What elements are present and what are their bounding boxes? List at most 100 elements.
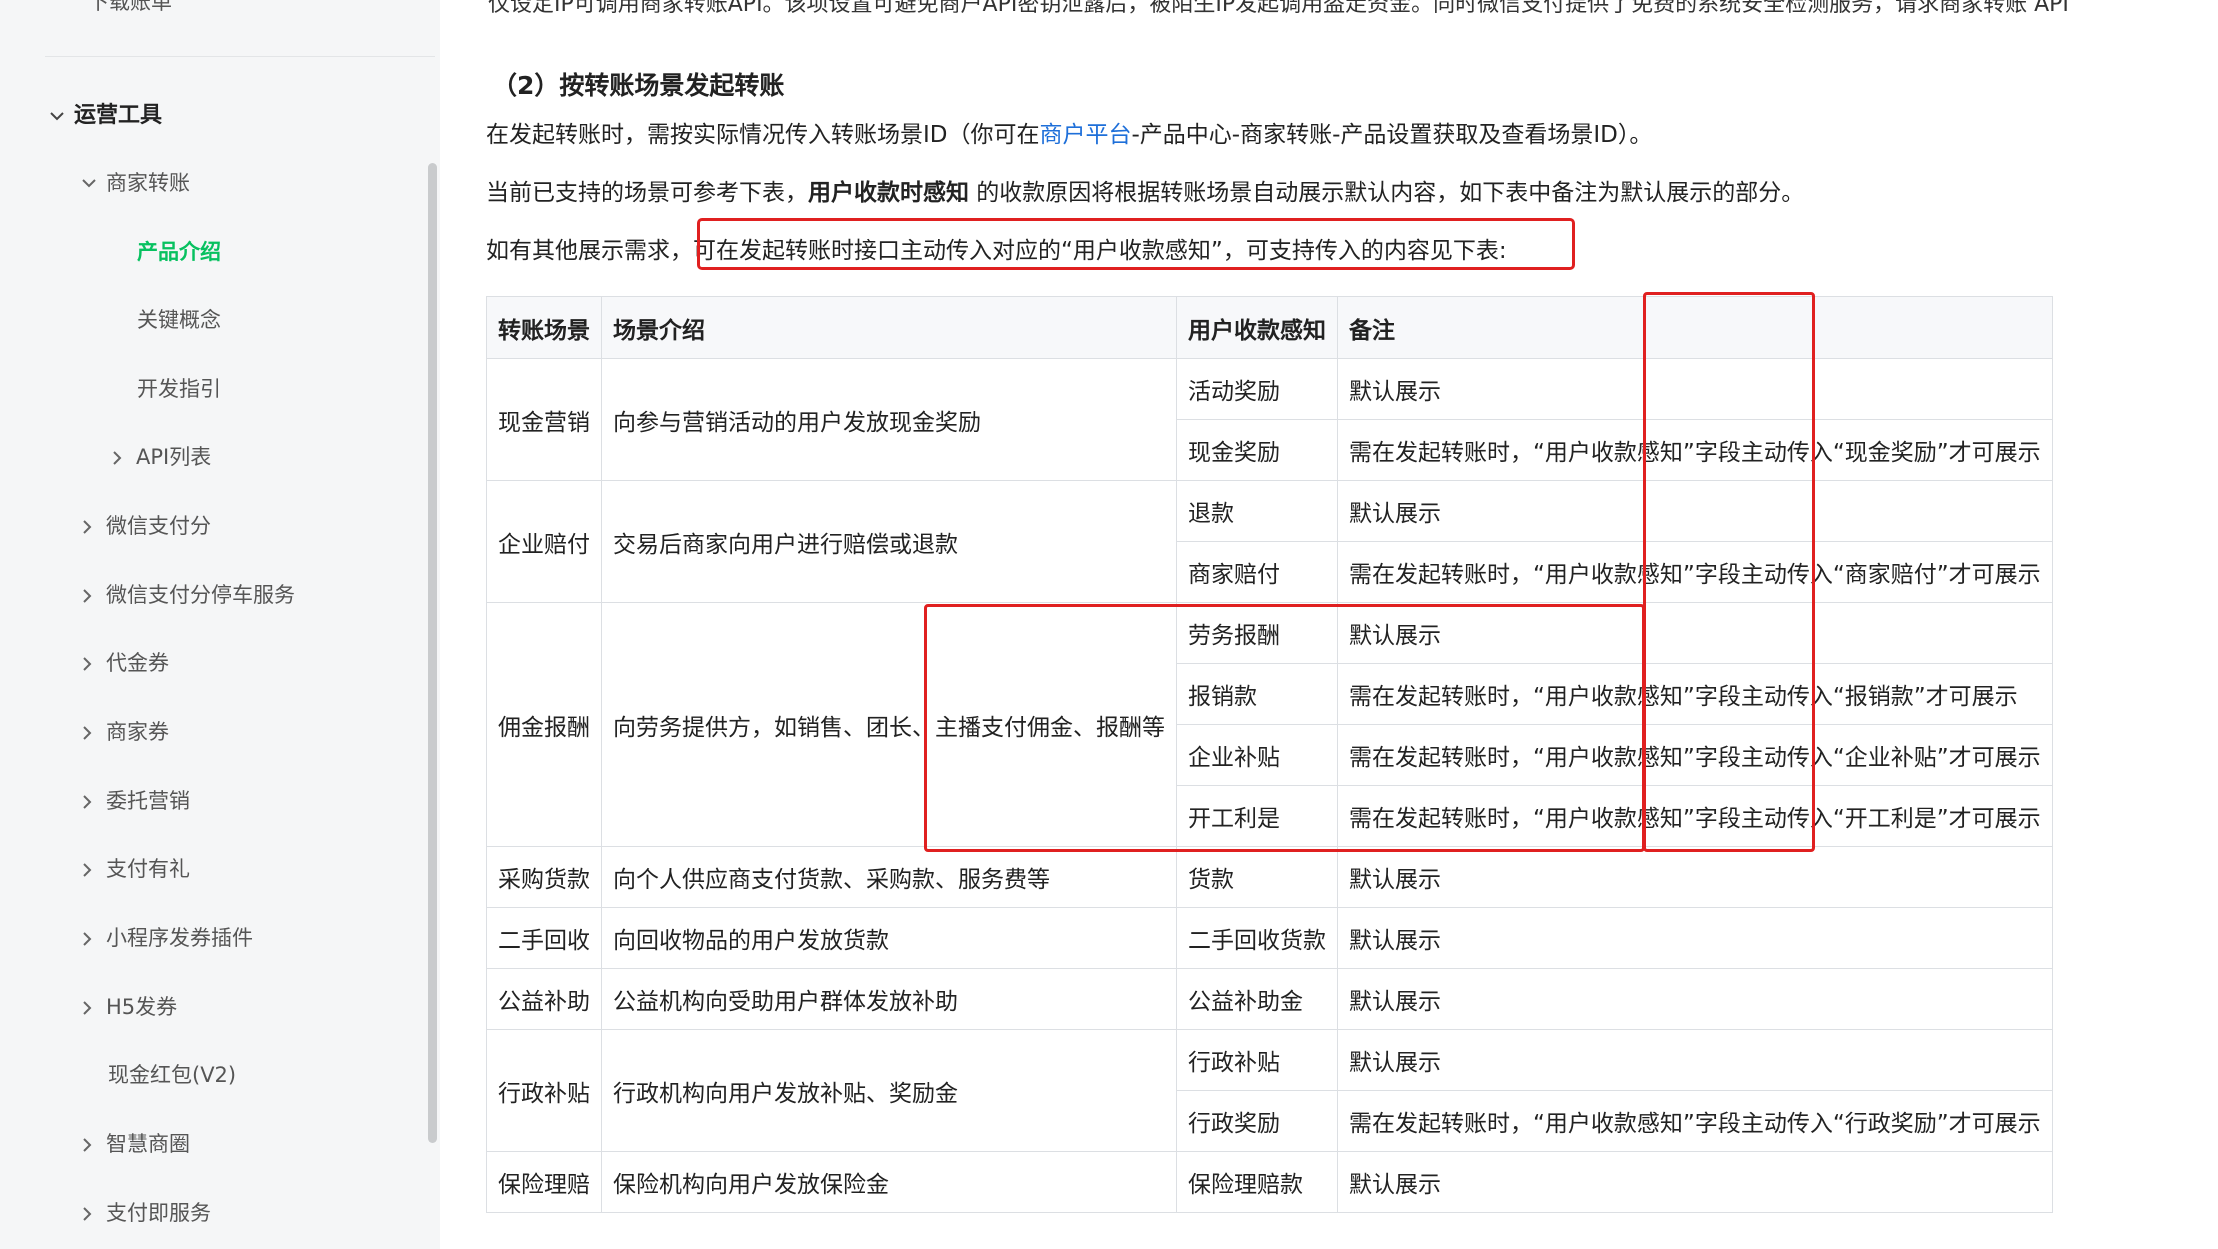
- sidebar-item-label: 现金红包(V2): [108, 1063, 237, 1087]
- partial-paragraph: 仅设定IP可调用商家转账API。该项设置可避免商户API密钥泄露后，被陌生IP发…: [488, 0, 2069, 17]
- cell-perception: 现金奖励: [1176, 419, 1338, 481]
- cell-scene: 行政补贴: [486, 1029, 602, 1152]
- main-content: 仅设定IP可调用商家转账API。该项设置可避免商户API密钥泄露后，被陌生IP发…: [440, 0, 2218, 1249]
- paragraph-text: 当前已支持的场景可参考下表，: [486, 180, 808, 206]
- sidebar-item-label: 委托营销: [106, 789, 190, 813]
- sidebar-item[interactable]: 支付有礼: [80, 854, 190, 884]
- cell-perception: 活动奖励: [1176, 358, 1338, 420]
- cell-intro: 向参与营销活动的用户发放现金奖励: [601, 358, 1177, 481]
- chevron-right-icon: [80, 992, 98, 1022]
- cell-scene: 企业赔付: [486, 480, 602, 603]
- sidebar-item-download-bill[interactable]: 下载账单: [88, 0, 172, 16]
- cell-note: 需在发起转账时，“用户收款感知”字段主动传入“行政奖励”才可展示: [1337, 1090, 2053, 1152]
- sidebar-item[interactable]: H5发券: [80, 992, 177, 1022]
- cell-note: 默认展示: [1337, 968, 2053, 1030]
- paragraph-supported-scenes: 当前已支持的场景可参考下表，用户收款时感知 的收款原因将根据转账场景自动展示默认…: [486, 173, 1804, 207]
- chevron-right-icon: [80, 648, 98, 678]
- sidebar-section-label: 运营工具: [74, 103, 163, 128]
- cell-note: 默认展示: [1337, 1029, 2053, 1091]
- table-row: 保险理赔 保险机构向用户发放保险金 保险理赔款 默认展示: [486, 1151, 2053, 1213]
- cell-note: 默认展示: [1337, 907, 2053, 969]
- sidebar-item[interactable]: API列表: [110, 442, 211, 472]
- chevron-right-icon: [80, 1198, 98, 1228]
- chevron-down-icon: [48, 101, 66, 131]
- paragraph-text: -产品中心-商家转账-产品设置获取及查看场景ID）。: [1131, 122, 1653, 148]
- chevron-right-icon: [80, 511, 98, 541]
- paragraph-text: 在发起转账时，需按实际情况传入转账场景ID（你可在: [486, 122, 1040, 148]
- sidebar-item-label: API列表: [136, 445, 212, 469]
- merchant-platform-link[interactable]: 商户平台: [1040, 122, 1132, 148]
- chevron-right-icon: [80, 580, 98, 610]
- cell-note: 默认展示: [1337, 1151, 2053, 1213]
- sidebar-item[interactable]: 商家转账: [80, 168, 190, 198]
- table-header-row: 转账场景 场景介绍 用户收款感知 备注: [486, 296, 2053, 359]
- cell-perception: 行政补贴: [1176, 1029, 1338, 1091]
- cell-intro: 交易后商家向用户进行赔偿或退款: [601, 480, 1177, 603]
- sidebar: 下载账单 运营工具 商家转账产品介绍关键概念开发指引 API列表微信支付分微信支付…: [0, 0, 440, 1249]
- cell-perception: 行政奖励: [1176, 1090, 1338, 1152]
- sidebar-scrollbar[interactable]: [428, 163, 437, 1143]
- sidebar-item[interactable]: 代金券: [80, 648, 169, 678]
- sidebar-item[interactable]: 小程序发券插件: [80, 923, 253, 953]
- sidebar-item[interactable]: 微信支付分: [80, 511, 211, 541]
- chevron-right-icon: [80, 717, 98, 747]
- bold-term: 用户收款时感知: [808, 180, 969, 206]
- chevron-right-icon: [80, 854, 98, 884]
- column-header-perception: 用户收款感知: [1176, 296, 1338, 359]
- sidebar-item-label: 开发指引: [137, 377, 221, 401]
- chevron-right-icon: [80, 923, 98, 953]
- red-highlight-row: [924, 604, 1645, 852]
- cell-scene: 现金营销: [486, 358, 602, 481]
- sidebar-item[interactable]: 关键概念: [137, 305, 221, 335]
- sidebar-item-label: 微信支付分停车服务: [106, 583, 295, 607]
- table-row: 企业赔付 交易后商家向用户进行赔偿或退款 退款 默认展示: [486, 480, 2053, 603]
- table-row: 二手回收 向回收物品的用户发放货款 二手回收货款 默认展示: [486, 907, 2053, 969]
- paragraph-text: 如有其他展示需求，: [486, 238, 693, 264]
- sidebar-item-label: 微信支付分: [106, 514, 211, 538]
- sidebar-item[interactable]: 微信支付分停车服务: [80, 580, 295, 610]
- sidebar-item-label: 小程序发券插件: [106, 926, 253, 950]
- red-highlight-box: [697, 218, 1575, 270]
- sidebar-item[interactable]: 商家券: [80, 717, 169, 747]
- chevron-down-icon: [80, 168, 98, 198]
- cell-perception: 商家赔付: [1176, 541, 1338, 603]
- cell-intro: 保险机构向用户发放保险金: [601, 1151, 1177, 1213]
- paragraph-text: 的收款原因将根据转账场景自动展示默认内容，如下表中备注为默认展示的部分。: [969, 180, 1805, 206]
- sidebar-section-ops-tools[interactable]: 运营工具: [48, 101, 162, 131]
- cell-perception: 退款: [1176, 480, 1338, 542]
- cell-scene: 佣金报酬: [486, 602, 602, 847]
- table-row: 公益补助 公益机构向受助用户群体发放补助 公益补助金 默认展示: [486, 968, 2053, 1030]
- sidebar-item-label: 代金券: [106, 651, 169, 675]
- cell-scene: 二手回收: [486, 907, 602, 969]
- sidebar-item-label: 产品介绍: [137, 240, 221, 264]
- cell-note: 默认展示: [1337, 846, 2053, 908]
- column-header-intro: 场景介绍: [601, 296, 1177, 359]
- sidebar-item-label: 关键概念: [137, 308, 221, 332]
- cell-intro: 向个人供应商支付货款、采购款、服务费等: [601, 846, 1177, 908]
- chevron-right-icon: [80, 1129, 98, 1159]
- sidebar-item[interactable]: 智慧商圈: [80, 1129, 190, 1159]
- sidebar-item[interactable]: 开发指引: [137, 374, 221, 404]
- chevron-right-icon: [110, 442, 128, 472]
- cell-perception: 货款: [1176, 846, 1338, 908]
- sidebar-item[interactable]: 委托营销: [80, 786, 190, 816]
- cell-intro: 向回收物品的用户发放货款: [601, 907, 1177, 969]
- sidebar-item[interactable]: 支付即服务: [80, 1198, 211, 1228]
- cell-perception: 公益补助金: [1176, 968, 1338, 1030]
- section-heading: （2）按转账场景发起转账: [492, 71, 785, 100]
- table-row: 采购货款 向个人供应商支付货款、采购款、服务费等 货款 默认展示: [486, 846, 2053, 908]
- cell-scene: 公益补助: [486, 968, 602, 1030]
- sidebar-item[interactable]: 现金红包(V2): [108, 1060, 236, 1090]
- sidebar-item-label: 智慧商圈: [106, 1132, 190, 1156]
- sidebar-item-label: 支付即服务: [106, 1201, 211, 1225]
- sidebar-item-label: 支付有礼: [106, 857, 190, 881]
- table-row: 行政补贴 行政机构向用户发放补贴、奖励金 行政补贴 默认展示: [486, 1029, 2053, 1152]
- sidebar-item[interactable]: 产品介绍: [137, 237, 221, 267]
- cell-perception: 二手回收货款: [1176, 907, 1338, 969]
- cell-intro: 行政机构向用户发放补贴、奖励金: [601, 1029, 1177, 1152]
- table-row: 现金营销 向参与营销活动的用户发放现金奖励 活动奖励 默认展示: [486, 358, 2053, 481]
- cell-scene: 保险理赔: [486, 1151, 602, 1213]
- red-highlight-column: [1643, 292, 1815, 852]
- cell-scene: 采购货款: [486, 846, 602, 908]
- paragraph-scene-id: 在发起转账时，需按实际情况传入转账场景ID（你可在商户平台-产品中心-商家转账-…: [486, 115, 1652, 149]
